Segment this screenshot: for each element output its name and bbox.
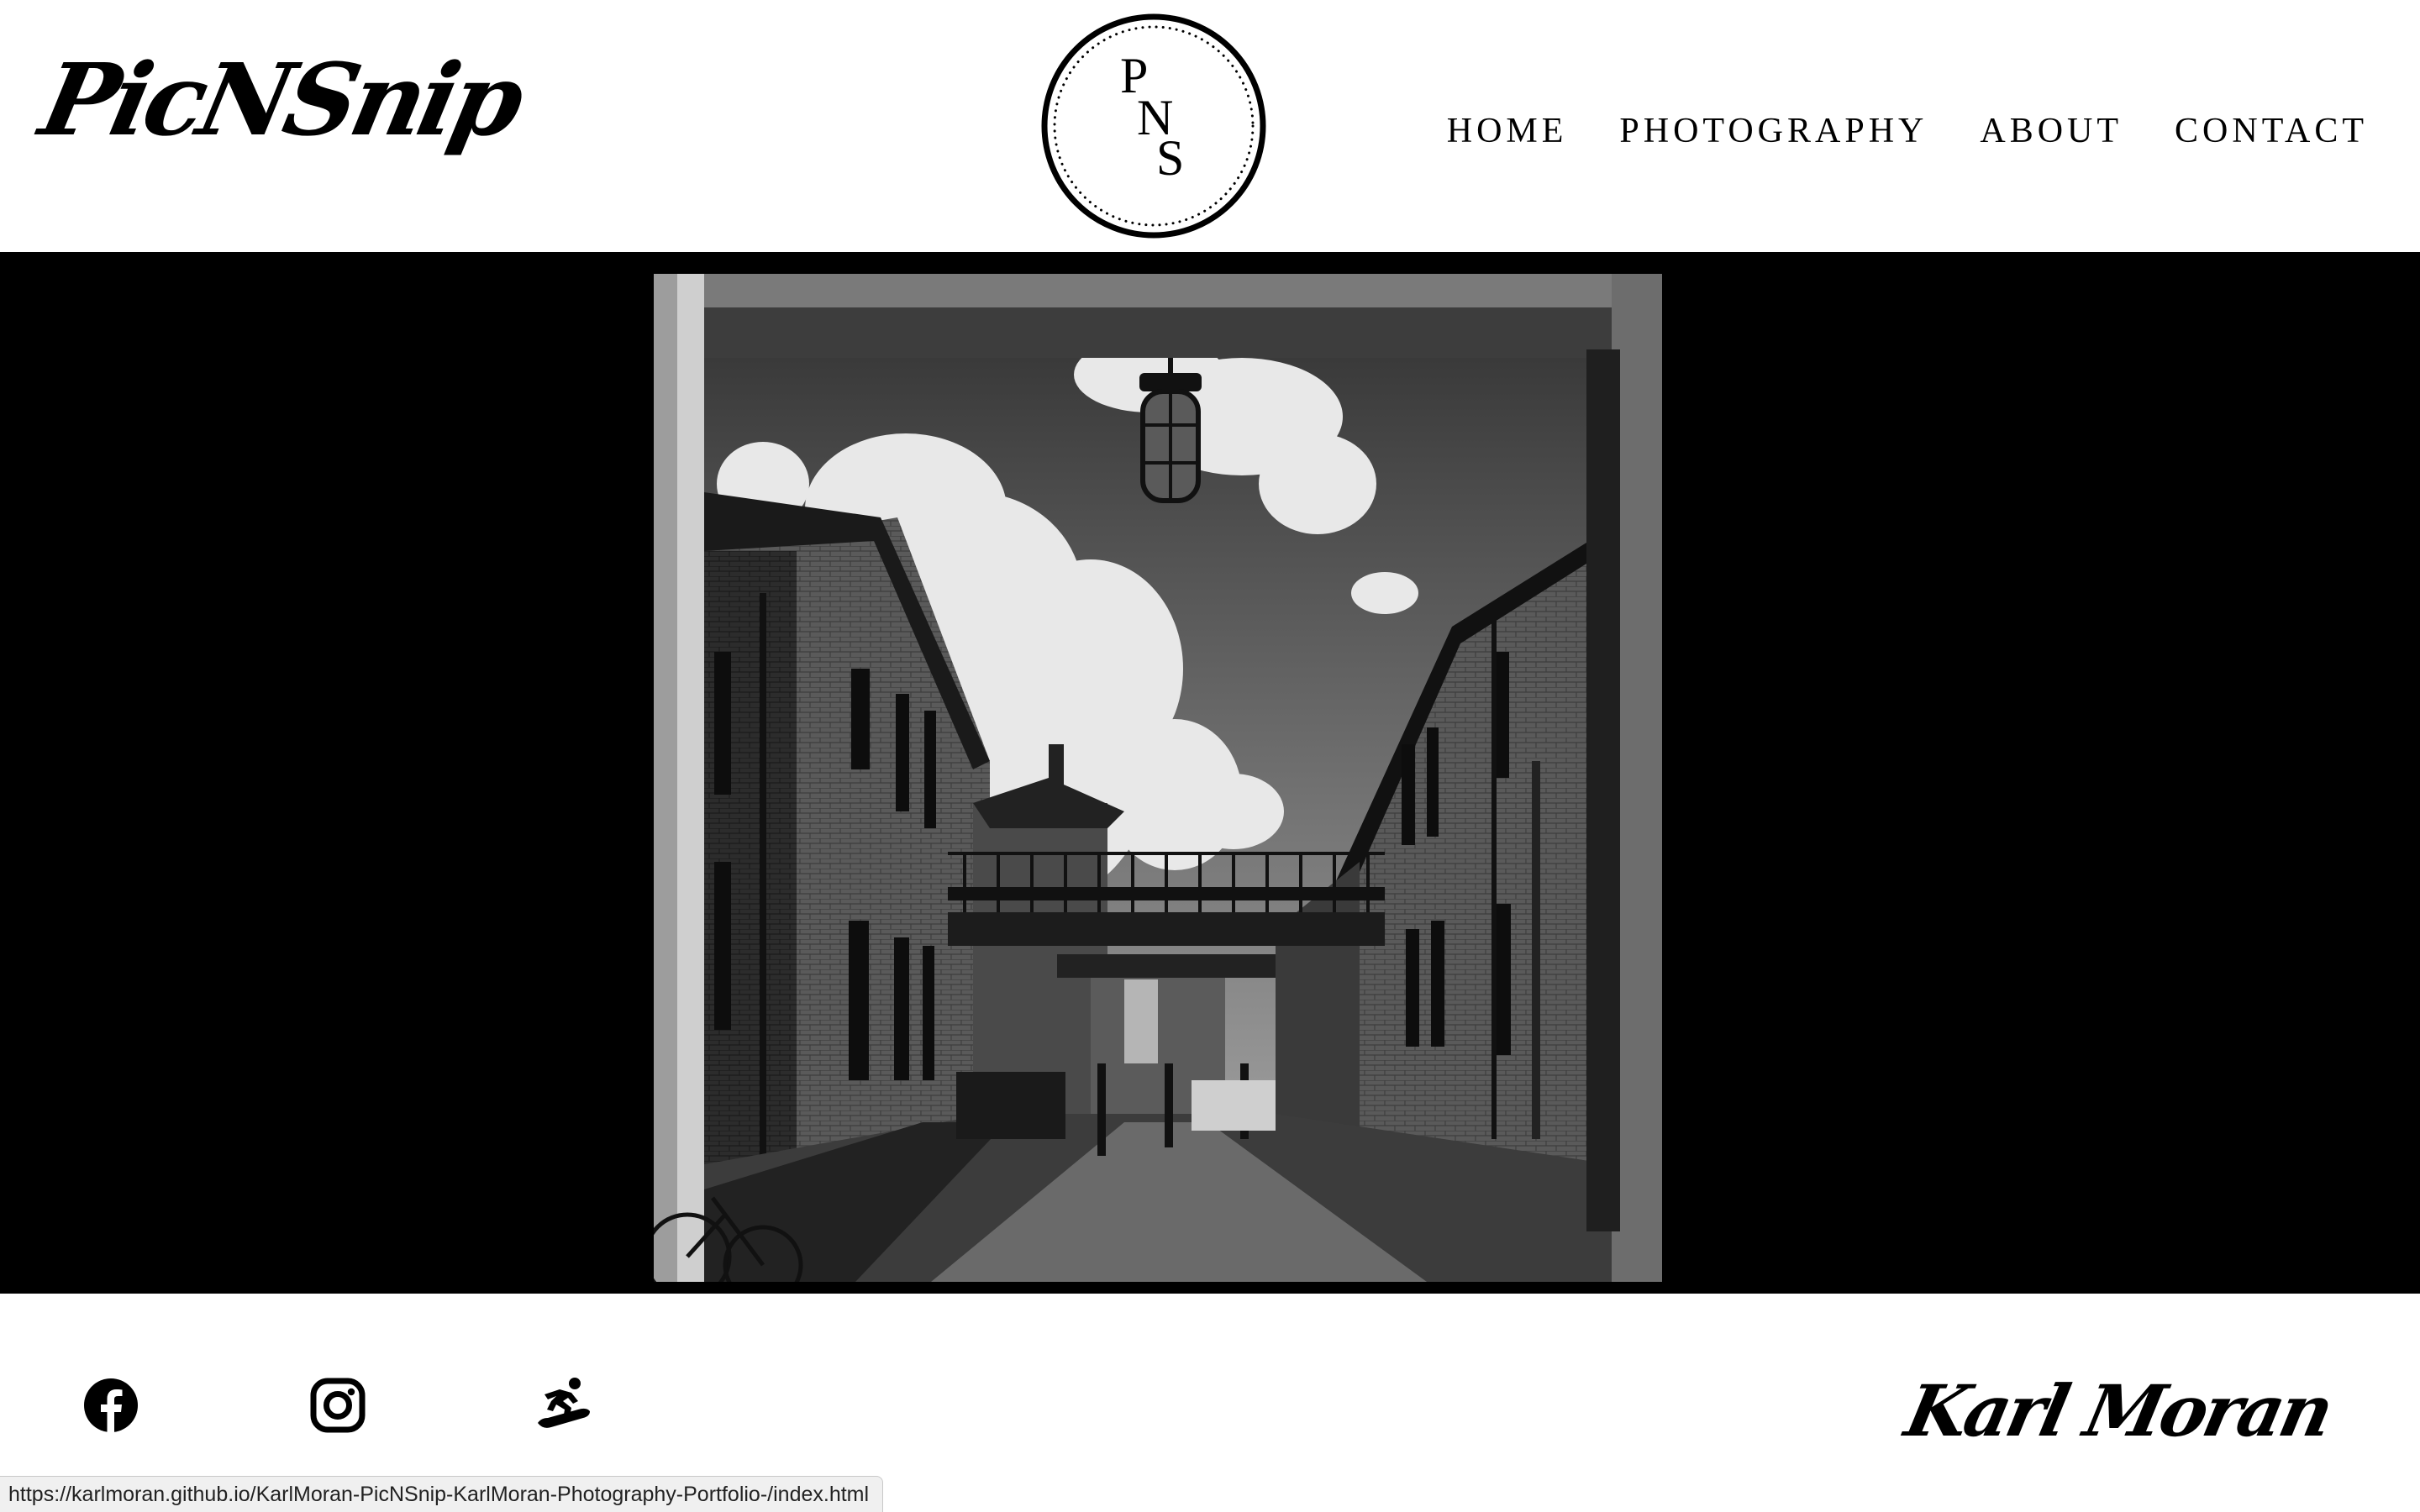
lantern — [1139, 358, 1202, 503]
signature: Karl Moran — [1898, 1369, 2338, 1452]
hero-photo-illustration — [654, 274, 1662, 1282]
nav-photography[interactable]: PHOTOGRAPHY — [1619, 111, 1928, 151]
instagram-icon[interactable] — [308, 1376, 367, 1435]
nav-home[interactable]: HOME — [1447, 111, 1568, 151]
hero-section — [0, 252, 2420, 1294]
hero-photo — [654, 274, 1662, 1282]
nav-about[interactable]: ABOUT — [1980, 111, 2123, 151]
status-bar-url: https://karlmoran.github.io/KarlMoran-Pi… — [0, 1476, 884, 1512]
monogram-letter-s: S — [1156, 130, 1184, 186]
brand-logo[interactable]: PicNSnip — [31, 41, 529, 158]
nav-contact[interactable]: CONTACT — [2175, 111, 2368, 151]
snowboarder-icon[interactable] — [534, 1376, 593, 1435]
main-nav: HOME PHOTOGRAPHY ABOUT CONTACT — [1447, 111, 2368, 151]
facebook-icon[interactable] — [82, 1376, 140, 1435]
monogram-logo[interactable]: P N S — [1040, 8, 1267, 244]
site-header: PicNSnip P N S HOME PHOTOGRAPHY ABOUT CO… — [0, 0, 2420, 252]
